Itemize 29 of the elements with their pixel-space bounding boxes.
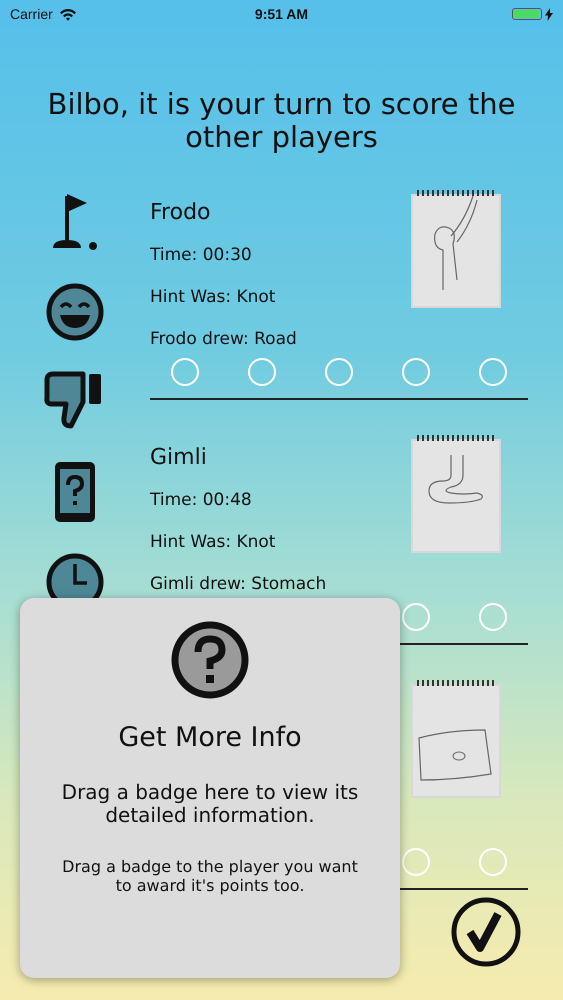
phone-question-badge-icon[interactable] [53, 460, 97, 524]
score-circle[interactable] [402, 358, 430, 386]
time-label: Time: 00:48 [150, 489, 253, 512]
hint-label: Hint Was: Knot [150, 531, 276, 554]
hint-label: Hint Was: Knot [150, 286, 276, 309]
panel-note: Drag a badge to the player you want to award it's points too. [61, 857, 359, 895]
question-icon [170, 620, 250, 700]
check-button[interactable] [450, 896, 522, 968]
heading: Bilbo, it is your turn to score the other players [46, 88, 516, 154]
score-circle[interactable] [402, 603, 430, 631]
score-circle[interactable] [171, 358, 199, 386]
score-circle[interactable] [325, 358, 353, 386]
panel-title: Get More Info [118, 722, 302, 753]
smiley-badge-icon[interactable] [45, 282, 105, 342]
time-label: Time: 00:30 [150, 244, 253, 267]
clock-time: 9:51 AM [254, 6, 308, 22]
carrier-label: Carrier [10, 6, 53, 22]
drawn-word-label: Frodo drew: Road [150, 328, 297, 351]
score-circle[interactable] [479, 358, 507, 386]
score-circle[interactable] [479, 603, 507, 631]
wifi-icon [58, 8, 77, 20]
battery-icon [512, 8, 542, 20]
score-circle[interactable] [479, 848, 507, 876]
score-circle[interactable] [402, 848, 430, 876]
score-circle[interactable] [248, 358, 276, 386]
player-name: Gimli [150, 445, 208, 471]
drawn-word-label: Gimli drew: Stomach [150, 573, 326, 596]
panel-text: Drag a badge here to view its detailed information. [60, 781, 360, 827]
player-name: Frodo [150, 200, 212, 226]
